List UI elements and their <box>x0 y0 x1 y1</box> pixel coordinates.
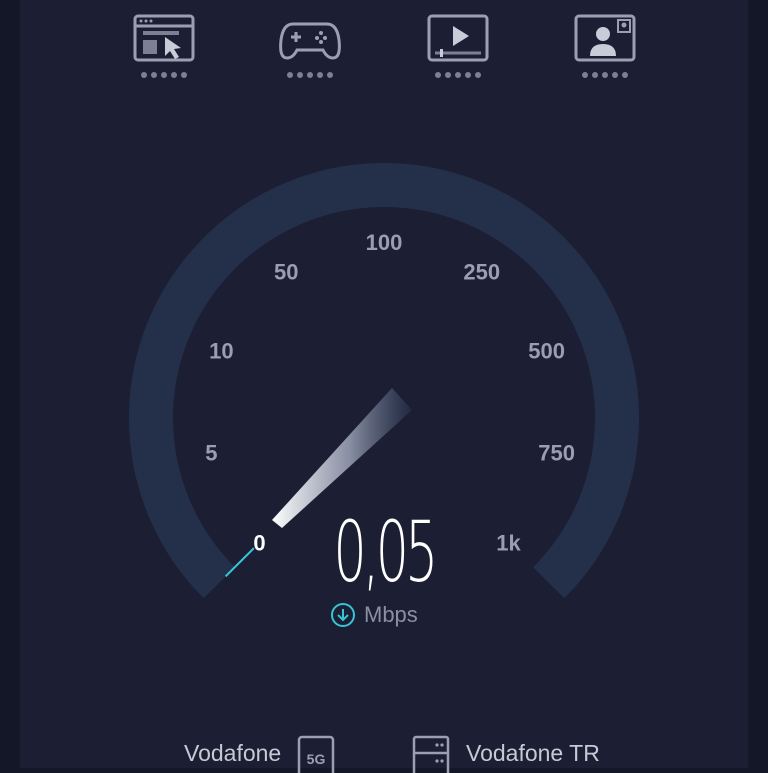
provider-info[interactable]: Vodafone 5G <box>184 733 335 773</box>
speedometer-gauge: 0 5 10 50 100 250 500 750 1k <box>129 163 639 599</box>
server-info[interactable]: Vodafone TR <box>412 733 600 773</box>
network-badge: 5G <box>307 751 326 767</box>
gauge-tick-label: 250 <box>463 260 500 285</box>
gauge-tick-label: 50 <box>274 260 298 285</box>
gauge-tick-label: 500 <box>528 339 565 364</box>
server-name: Vodafone TR <box>466 739 600 766</box>
download-icon <box>331 603 355 627</box>
gauge-tick-label: 750 <box>538 440 575 465</box>
gauge-tick-label: 100 <box>366 230 403 255</box>
unit-label: Mbps <box>364 602 418 627</box>
current-speed: 0,05 <box>333 503 438 601</box>
network-5g-icon: 5G <box>297 735 335 773</box>
gauge-tick-label: 10 <box>209 339 233 364</box>
speed-unit: Mbps <box>330 602 418 628</box>
server-icon <box>412 735 450 773</box>
gauge-tick-label: 0 <box>253 530 265 555</box>
gauge-tick-label: 5 <box>205 440 217 465</box>
gauge-tick-label: 1k <box>496 530 521 555</box>
provider-name: Vodafone <box>184 739 282 766</box>
